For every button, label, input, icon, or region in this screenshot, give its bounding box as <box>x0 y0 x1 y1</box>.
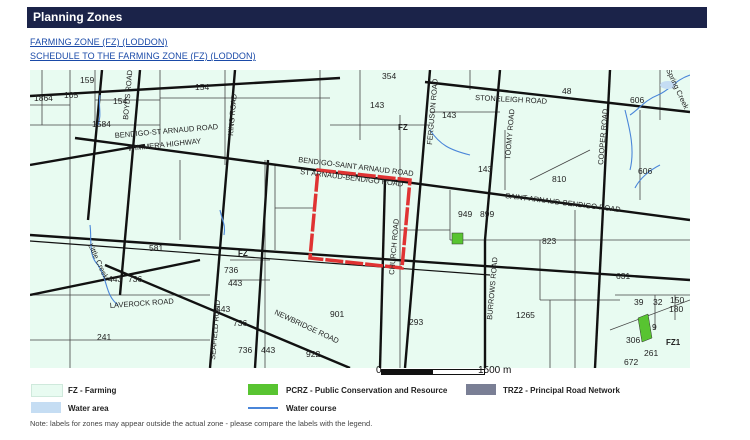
water-course-swatch <box>248 407 278 409</box>
section-header: Planning Zones <box>27 7 707 28</box>
parcel-label: 39 <box>634 297 644 307</box>
parcel-label: 672 <box>624 357 638 367</box>
zone-label-fz: FZ <box>398 123 408 132</box>
parcel-label: 32 <box>653 297 663 307</box>
parcel-label: 736 <box>224 265 238 275</box>
pcrz-swatch <box>248 384 278 395</box>
parcel-label: 1265 <box>516 310 535 320</box>
pcrz-area <box>451 232 464 245</box>
parcel-label: 306 <box>626 335 640 345</box>
parcel-label: 1864 <box>34 93 53 103</box>
parcel-label: 443 <box>228 278 242 288</box>
parcel-label: 241 <box>97 332 111 342</box>
fz-legend-label: FZ - Farming <box>68 386 117 395</box>
parcel-label: 293 <box>409 317 423 327</box>
parcel-label: 143 <box>478 164 492 174</box>
parcel-label: 143 <box>442 110 456 120</box>
map-canvas: BOYDS ROAD KING ROAD BENDIGO-ST ARNAUD R… <box>30 70 690 368</box>
planning-zones-map[interactable]: BOYDS ROAD KING ROAD BENDIGO-ST ARNAUD R… <box>30 70 690 368</box>
trz2-swatch <box>466 384 496 395</box>
parcel-label: 631 <box>616 271 630 281</box>
scale-zero: 0 <box>376 365 382 376</box>
parcel-label: 143 <box>370 100 384 110</box>
parcel-label: 261 <box>644 348 658 358</box>
parcel-label: 606 <box>630 95 644 105</box>
parcel-label: 823 <box>542 236 556 246</box>
zone-label-fz: FZ <box>238 249 248 258</box>
parcel-label: 736 <box>233 318 247 328</box>
parcel-label: 48 <box>562 86 572 96</box>
water-course-legend-label: Water course <box>286 404 337 413</box>
parcel-label: 949 <box>458 209 472 219</box>
parcel-label: 354 <box>382 71 396 81</box>
zone-label-fz1: FZ1 <box>666 338 681 347</box>
parcel-label: 443 <box>261 345 275 355</box>
parcel-label: 9 <box>652 322 657 332</box>
parcel-label: 736 <box>238 345 252 355</box>
parcel-label: 443 <box>108 274 122 284</box>
parcel-label: 922 <box>306 349 320 359</box>
pcrz-legend-label: PCRZ - Public Conservation and Resource <box>286 386 448 395</box>
parcel-label: 105 <box>64 90 78 100</box>
water-area-swatch <box>31 402 61 413</box>
parcel-label: 159 <box>80 75 94 85</box>
parcel-label: 901 <box>330 309 344 319</box>
farming-zone-link[interactable]: FARMING ZONE (FZ) (LODDON) <box>30 37 168 47</box>
farming-zone-schedule-link[interactable]: SCHEDULE TO THE FARMING ZONE (FZ) (LODDO… <box>30 51 256 61</box>
parcel-label: 810 <box>552 174 566 184</box>
parcel-label: 1584 <box>92 119 111 129</box>
parcel-label: 736 <box>128 274 142 284</box>
parcel-label: 899 <box>480 209 494 219</box>
parcel-label: 606 <box>638 166 652 176</box>
scale-distance: 1500 m <box>478 365 512 376</box>
trz2-legend-label: TRZ2 - Principal Road Network <box>503 386 620 395</box>
fz-swatch <box>31 384 63 397</box>
parcel-label: 180 <box>669 304 683 314</box>
parcel-label: 581 <box>149 243 163 253</box>
water-area-legend-label: Water area <box>68 404 109 413</box>
legend-note: Note: labels for zones may appear outsid… <box>30 419 373 428</box>
parcel-label: 154 <box>195 82 209 92</box>
scale-bar-graphic <box>381 369 485 375</box>
parcel-label: 443 <box>216 304 230 314</box>
section-title: Planning Zones <box>33 10 123 24</box>
parcel-label: 154 <box>113 96 127 106</box>
